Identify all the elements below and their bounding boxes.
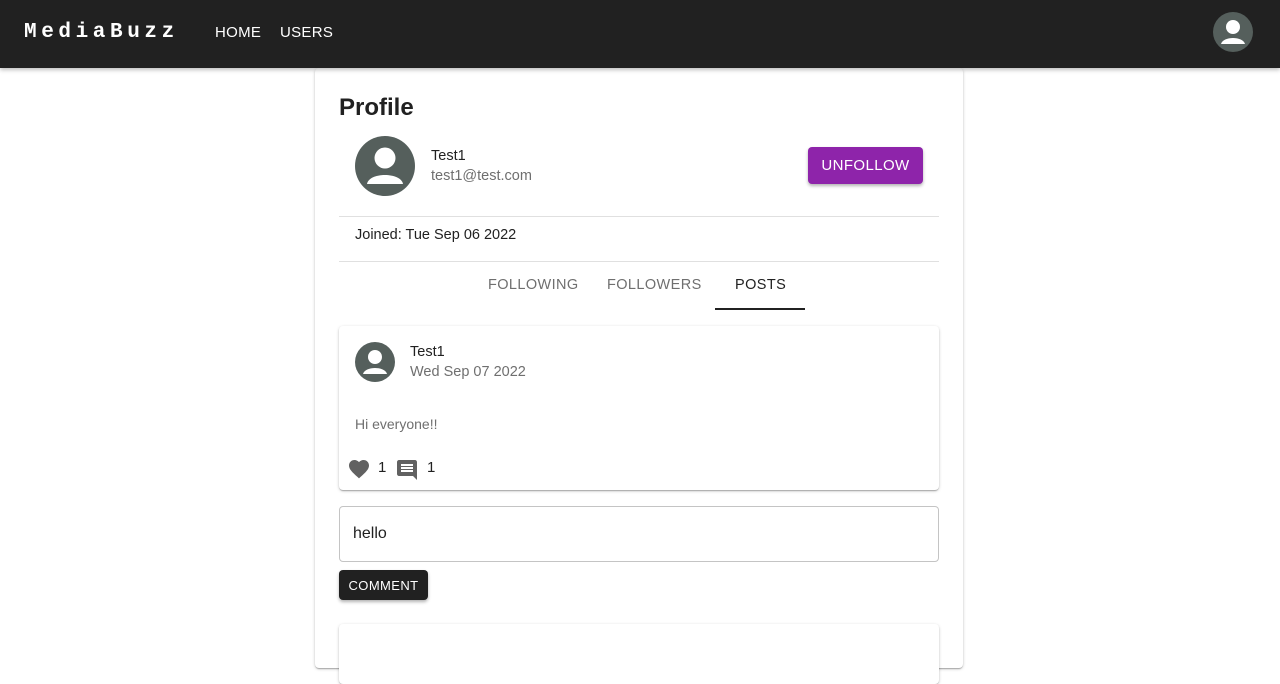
brand-logo[interactable]: MediaBuzz: [24, 21, 179, 45]
nav-home-link[interactable]: HOME: [215, 24, 261, 42]
profile-email: test1@test.com: [431, 168, 532, 184]
tab-posts[interactable]: POSTS: [735, 277, 786, 293]
post-card: [339, 624, 939, 684]
heart-icon[interactable]: [347, 457, 371, 481]
profile-name: Test1: [431, 148, 466, 164]
tab-followers[interactable]: FOLLOWERS: [607, 277, 702, 293]
tab-indicator: [715, 308, 805, 310]
account-circle-icon[interactable]: [1213, 12, 1253, 52]
post-body: Hi everyone!!: [355, 416, 438, 432]
joined-date: Joined: Tue Sep 06 2022: [355, 227, 517, 243]
comment-button[interactable]: COMMENT: [339, 570, 428, 600]
comment-input[interactable]: [339, 506, 939, 562]
comment-count: 1: [427, 459, 436, 476]
post-author: Test1: [410, 344, 445, 360]
profile-card: Profile Test1 test1@test.com UNFOLLOW Jo…: [315, 68, 963, 684]
comment-icon[interactable]: [395, 458, 419, 482]
unfollow-button[interactable]: UNFOLLOW: [808, 147, 923, 184]
like-count: 1: [378, 459, 387, 476]
profile-avatar-icon: [355, 136, 415, 196]
divider: [339, 261, 939, 262]
post-avatar-icon: [355, 342, 395, 382]
page-title: Profile: [339, 94, 414, 121]
post-card: Test1 Wed Sep 07 2022 Hi everyone!! 1 1: [339, 326, 939, 490]
divider: [339, 216, 939, 217]
tab-following[interactable]: FOLLOWING: [488, 277, 579, 293]
post-date: Wed Sep 07 2022: [410, 364, 526, 380]
app-bar: MediaBuzz HOME USERS: [0, 0, 1280, 68]
nav-users-link[interactable]: USERS: [280, 24, 333, 42]
